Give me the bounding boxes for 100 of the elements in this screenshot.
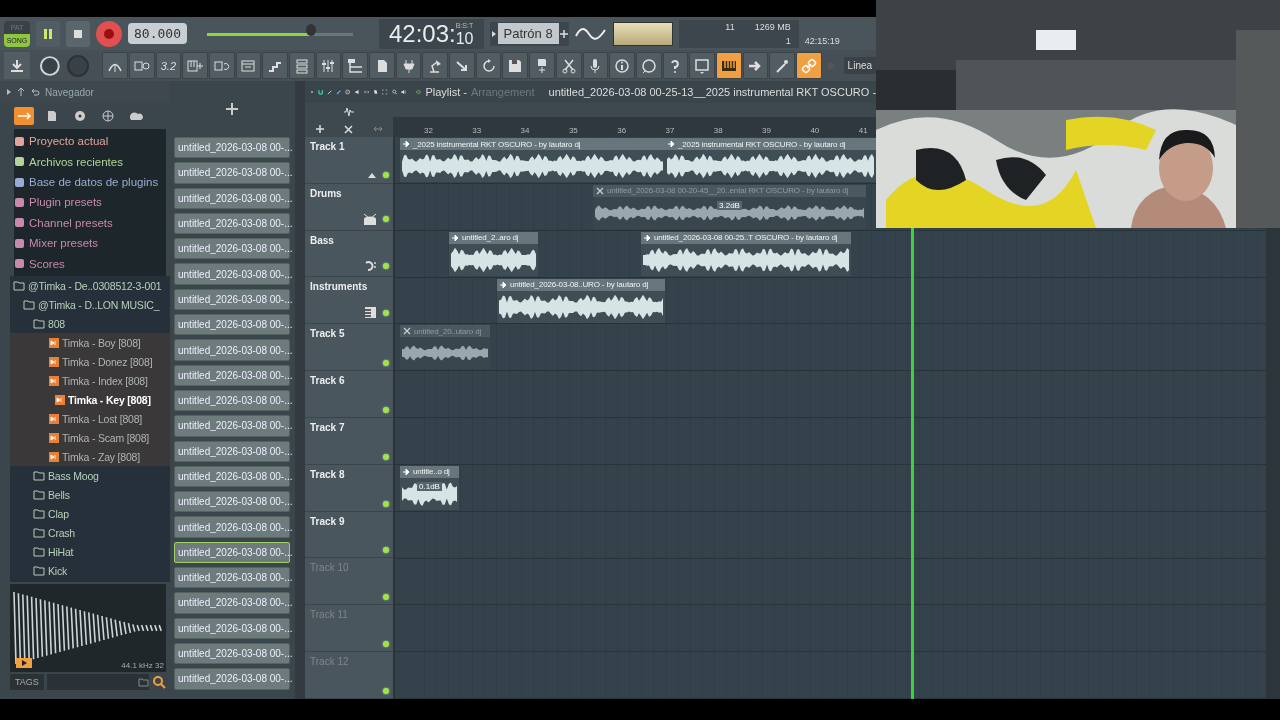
- folder-item[interactable]: Crash: [48, 526, 75, 539]
- track-enable-button[interactable]: [383, 407, 389, 413]
- browser-item[interactable]: Proyecto actual: [29, 135, 109, 148]
- scrollbar[interactable]: [295, 81, 305, 699]
- toolbar-button[interactable]: [529, 52, 555, 79]
- audio-clip[interactable]: untitle..o dj 0.1dB: [400, 465, 459, 510]
- toolbar-button[interactable]: [635, 52, 662, 79]
- play-button[interactable]: [36, 20, 60, 47]
- search-icon[interactable]: [152, 675, 166, 689]
- browser-item[interactable]: Mixer presets: [29, 237, 99, 250]
- pattern-item[interactable]: untitled_2026-03-08 00-...: [174, 415, 290, 437]
- pattern-item[interactable]: untitled_2026-03-08 00-...: [174, 592, 290, 614]
- pattern-item[interactable]: untitled_2026-03-08 00-...: [174, 288, 290, 311]
- pattern-item[interactable]: untitled_2026-03-08 00-...: [174, 162, 290, 184]
- folder-item[interactable]: @Timka - De..0308512-3-001: [28, 279, 162, 292]
- pattern-item[interactable]: untitled_2026-03-08 00-...: [174, 314, 290, 336]
- snap-button[interactable]: 3.2: [155, 52, 182, 79]
- track-name[interactable]: Instruments: [310, 281, 389, 293]
- audio-clip[interactable]: untitled_2026-03-08..URO - by lautaro dj: [497, 278, 665, 323]
- track-enable-button[interactable]: [383, 309, 389, 316]
- toolbar-button[interactable]: [128, 52, 155, 79]
- pattern-item[interactable]: untitled_2026-03-08 00-...: [174, 187, 290, 209]
- track-enable-button[interactable]: [383, 500, 389, 507]
- arrow-right-icon[interactable]: [6, 88, 12, 96]
- folder-item[interactable]: @Timka - D..LON MUSIC_: [38, 298, 160, 311]
- toolbar-button[interactable]: [422, 52, 449, 79]
- audio-clip[interactable]: untitled_2..aro dj: [449, 231, 538, 276]
- toolbar-button[interactable]: [502, 52, 529, 79]
- toolbar-button[interactable]: [689, 52, 715, 79]
- stop-button[interactable]: [66, 20, 90, 47]
- browser-item[interactable]: Base de datos de plugins: [29, 176, 159, 189]
- tempo-field[interactable]: 80.000: [128, 23, 187, 44]
- track-enable-button[interactable]: [383, 360, 389, 367]
- snap-selector[interactable]: Linea: [843, 57, 877, 74]
- browser-item[interactable]: Scores: [29, 257, 65, 270]
- resize-arrows-icon[interactable]: [373, 125, 384, 133]
- toolbar-button[interactable]: [769, 52, 795, 79]
- plus-icon[interactable]: [314, 124, 325, 134]
- slash-circle-icon[interactable]: [345, 86, 351, 98]
- folder-item[interactable]: Bells: [48, 488, 70, 501]
- pattern-item[interactable]: untitled_2026-03-08 00-...: [174, 440, 290, 462]
- export-button[interactable]: [4, 52, 30, 79]
- toolbar-button[interactable]: [395, 52, 422, 79]
- audio-clip[interactable]: _2025 instrumental RKT OSCURO - by lautaro dj: [665, 138, 876, 182]
- close-icon[interactable]: [344, 124, 354, 134]
- pattern-item[interactable]: untitled_2026-03-08 00-...: [174, 491, 290, 513]
- browser-item[interactable]: Archivos recientes: [29, 155, 123, 168]
- scrollbar[interactable]: [1266, 228, 1280, 699]
- browser-item[interactable]: Plugin presets: [29, 196, 102, 209]
- pattern-item[interactable]: untitled_2026-03-08 00-...: [174, 567, 290, 589]
- track-enable-button[interactable]: [383, 171, 389, 178]
- pattern-item[interactable]: untitled_2026-03-08 00-...: [174, 642, 290, 665]
- browser-item[interactable]: Channel presets: [29, 216, 113, 229]
- waveform-icon[interactable]: [342, 106, 356, 118]
- pattern-item[interactable]: untitled_2026-03-08 00-...: [174, 263, 290, 285]
- pattern-item[interactable]: untitled_2026-03-08 00-...: [174, 364, 290, 386]
- plus-move-icon[interactable]: [225, 102, 239, 116]
- folder-item[interactable]: Kick: [48, 564, 68, 577]
- toolbar-button[interactable]: [715, 52, 742, 79]
- folder-item[interactable]: 808: [48, 317, 65, 330]
- track-name[interactable]: Track 7: [310, 422, 389, 433]
- toolbar-button[interactable]: [342, 52, 368, 79]
- pattern-item[interactable]: untitled_2026-03-08 00-...: [174, 339, 290, 361]
- track-name[interactable]: Track 8: [310, 468, 389, 480]
- pattern-item[interactable]: untitled_2026-03-08 00-...: [174, 465, 290, 488]
- pattern-item[interactable]: untitled_2026-03-08 00-...: [174, 137, 290, 159]
- pattern-item[interactable]: untitled_2026-03-08 00-...: [174, 516, 290, 538]
- track-name[interactable]: Bass: [310, 234, 389, 246]
- pattern-item[interactable]: untitled_2026-03-08 00-...: [174, 668, 290, 690]
- pattern-item[interactable]: untitled_2026-03-08 00-...: [174, 212, 290, 235]
- toolbar-button[interactable]: [369, 52, 395, 79]
- toolbar-button[interactable]: [742, 52, 769, 79]
- pattern-item[interactable]: untitled_2026-03-08 00-...: [174, 389, 290, 412]
- toolbar-button[interactable]: [262, 52, 288, 79]
- toolbar-button[interactable]: [315, 52, 342, 79]
- audio-clip[interactable]: _2025 instrumental RKT OSCURO - by lautaro dj: [400, 138, 665, 182]
- undo-icon[interactable]: [30, 87, 40, 97]
- pattern-item[interactable]: untitled_2026-03-08 00-...: [174, 238, 290, 260]
- toolbar-button[interactable]: [555, 52, 582, 79]
- track-name[interactable]: Track 5: [310, 328, 389, 340]
- toolbar-button[interactable]: [102, 52, 128, 79]
- audio-clip[interactable]: untitled_2026-03-08 00-25..T OSCURO - by lautaro dj: [641, 231, 851, 276]
- track-name[interactable]: Track 1: [310, 141, 389, 152]
- folder-item[interactable]: Clap: [48, 507, 69, 520]
- toolbar-button[interactable]: [449, 52, 475, 79]
- track-name[interactable]: Track 9: [310, 515, 389, 527]
- folder-item[interactable]: HiHat: [48, 545, 74, 558]
- play-icon[interactable]: [16, 658, 32, 668]
- tags-button[interactable]: TAGS: [10, 674, 44, 690]
- track-enable-button[interactable]: [383, 547, 389, 554]
- toolbar-button[interactable]: [582, 52, 609, 79]
- track-name[interactable]: Track 6: [310, 375, 389, 387]
- folder-item[interactable]: Bass Moog: [48, 469, 99, 482]
- plus-icon[interactable]: [558, 28, 569, 39]
- track-enable-button[interactable]: [383, 641, 389, 648]
- pattern-selector[interactable]: Patrón 8: [497, 23, 559, 44]
- track-enable-button[interactable]: [383, 263, 389, 269]
- track-name[interactable]: Drums: [310, 187, 389, 199]
- toolbar-button[interactable]: [662, 52, 689, 79]
- toolbar-button[interactable]: [609, 52, 635, 79]
